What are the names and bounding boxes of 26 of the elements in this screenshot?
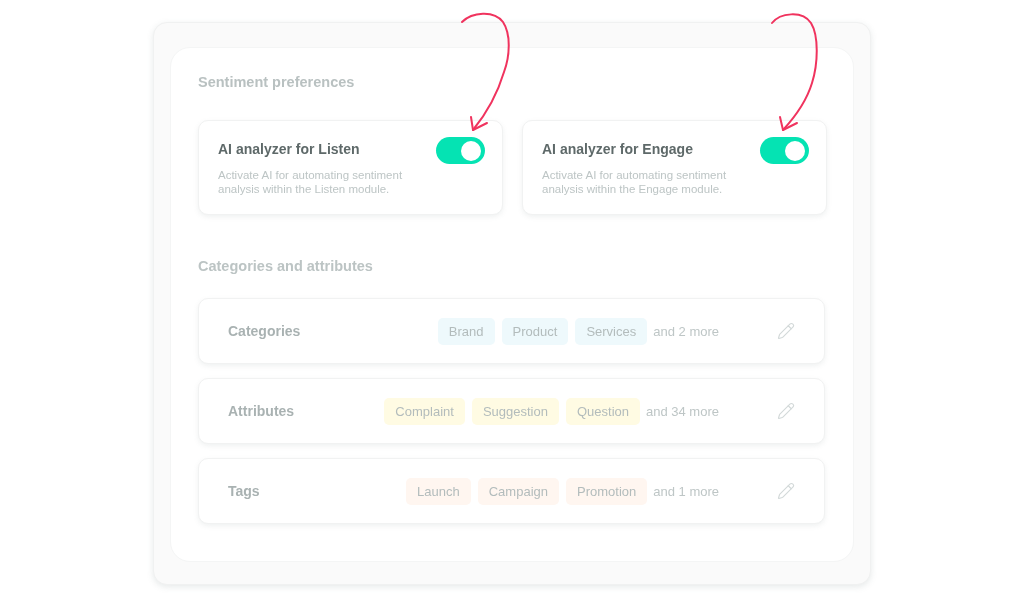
pencil-icon[interactable] bbox=[777, 322, 795, 340]
row-label: Categories bbox=[228, 323, 301, 339]
more-count: and 2 more bbox=[653, 323, 719, 339]
toggle-switch[interactable] bbox=[760, 137, 809, 164]
more-count: and 34 more bbox=[646, 403, 719, 419]
pencil-icon[interactable] bbox=[777, 482, 795, 500]
row-label: Tags bbox=[228, 483, 260, 499]
section-title: Categories and attributes bbox=[198, 257, 373, 275]
tag-chip: Campaign bbox=[477, 477, 559, 505]
more-count: and 1 more bbox=[653, 483, 719, 499]
tag-chip: Launch bbox=[406, 477, 471, 505]
tag-chip: Brand bbox=[437, 317, 495, 345]
row-label: Attributes bbox=[228, 403, 295, 419]
card-description: Activate AI for automating sentiment analysis within the Listen module. bbox=[218, 168, 404, 196]
card-title: AI analyzer for Listen bbox=[218, 141, 360, 157]
pencil-icon[interactable] bbox=[777, 402, 795, 420]
tag-chip: Services bbox=[575, 317, 648, 345]
card-description: Activate AI for automating sentiment analysis within the Engage module. bbox=[542, 168, 728, 196]
card-title: AI analyzer for Engage bbox=[542, 141, 693, 157]
tag-chip: Suggestion bbox=[471, 397, 559, 425]
toggle-switch[interactable] bbox=[436, 137, 485, 164]
section-title: Sentiment preferences bbox=[198, 73, 355, 91]
tag-chip: Question bbox=[565, 397, 640, 425]
tag-chip: Product bbox=[501, 317, 569, 345]
tag-chip: Promotion bbox=[566, 477, 648, 505]
tag-chip: Complaint bbox=[384, 397, 465, 425]
